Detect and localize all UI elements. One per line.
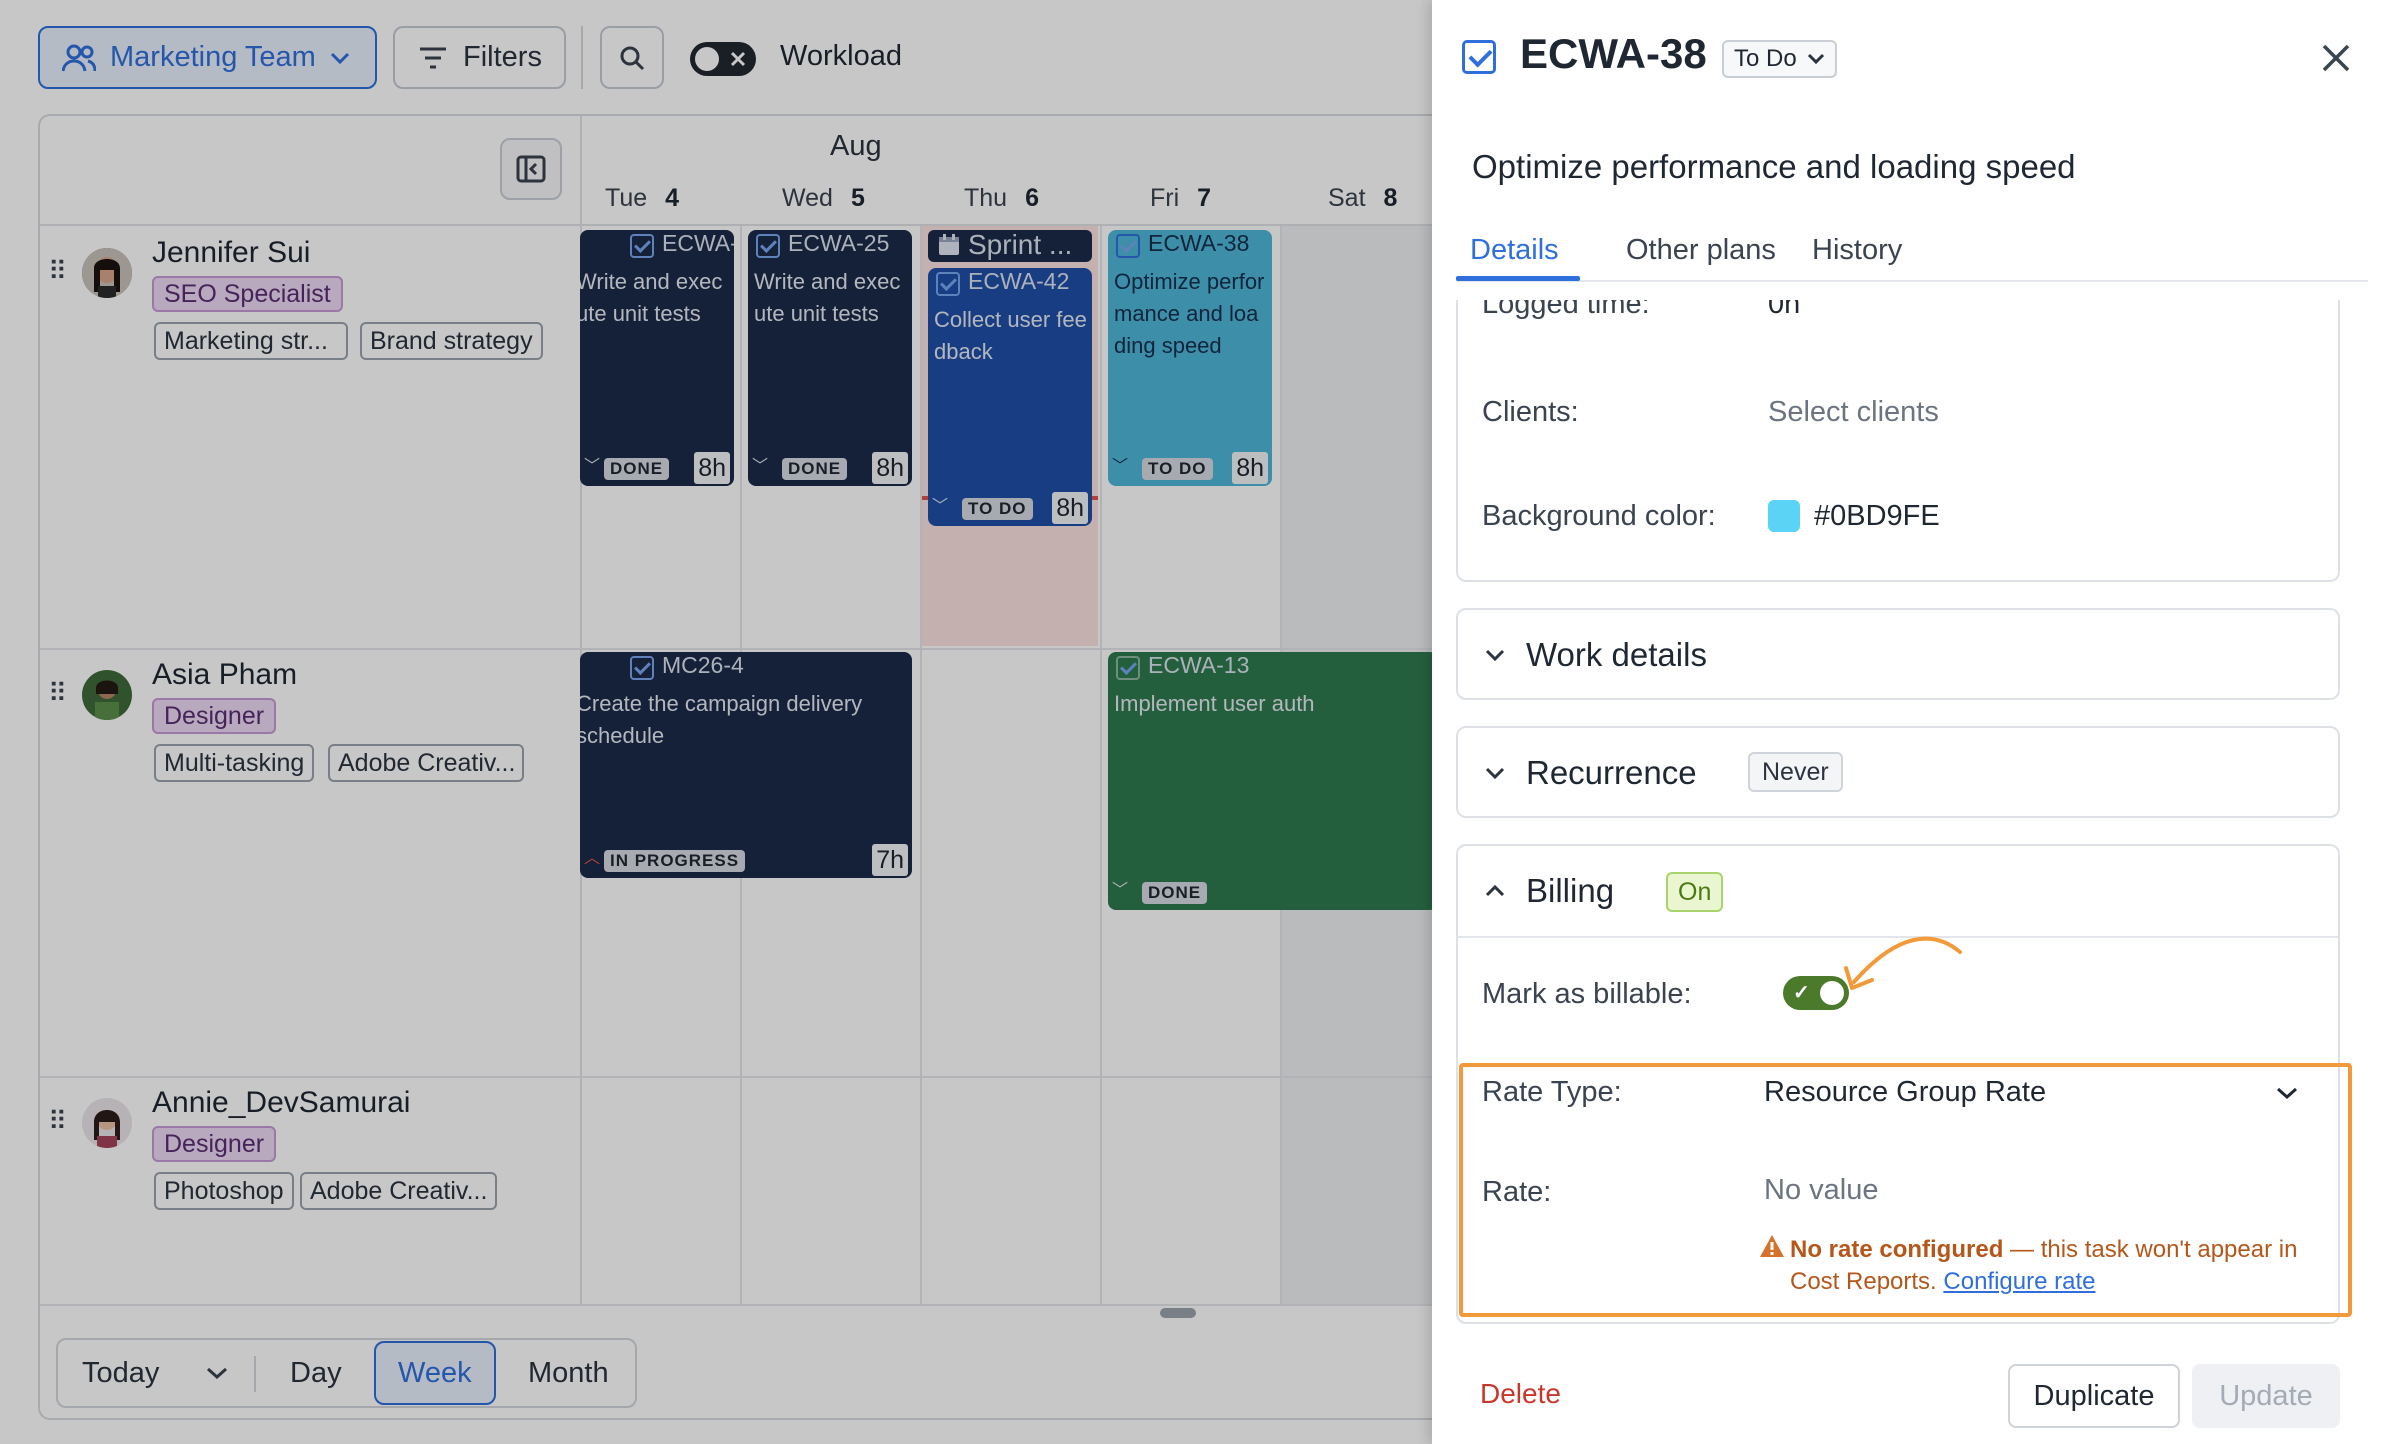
status-value: To Do: [1734, 45, 1797, 72]
recurrence-badge: Never: [1748, 752, 1843, 792]
recurrence-section[interactable]: Recurrence Never: [1456, 726, 2340, 818]
planner-view: Marketing Team Filters Workload Aug Tue 4…: [0, 0, 1432, 1444]
work-details-title: Work details: [1526, 636, 1707, 673]
work-details-section[interactable]: Work details: [1456, 608, 2340, 700]
billable-label: Mark as billable:: [1482, 978, 1692, 1010]
logged-time-value: 0h: [1768, 300, 1801, 320]
check-icon: ✓: [1793, 982, 1810, 1004]
delete-button[interactable]: Delete: [1480, 1378, 1561, 1410]
chevron-down-icon: [1485, 649, 1505, 662]
modal-overlay[interactable]: [0, 0, 1432, 1444]
chevron-down-icon: [1485, 767, 1505, 780]
color-swatch[interactable]: [1768, 500, 1800, 532]
chevron-up-icon[interactable]: [1484, 880, 1506, 902]
warning-icon: [1760, 1235, 1784, 1257]
clients-label: Clients:: [1482, 396, 1579, 428]
close-icon[interactable]: [2318, 40, 2354, 76]
general-section: Logged time: 0h Clients: Select clients …: [1456, 300, 2340, 582]
duplicate-button[interactable]: Duplicate: [2008, 1364, 2180, 1428]
recurrence-title: Recurrence: [1526, 754, 1697, 791]
task-key: ECWA-38: [1520, 30, 1707, 77]
task-checkbox-icon: [1462, 40, 1496, 74]
status-dropdown[interactable]: To Do: [1722, 40, 1837, 78]
active-tab-indicator: [1456, 276, 1580, 281]
tab-details[interactable]: Details: [1470, 234, 1559, 267]
update-button[interactable]: Update: [2192, 1364, 2340, 1428]
billing-state-badge: On: [1666, 872, 1724, 912]
billing-title: Billing: [1526, 872, 1615, 909]
task-title: Optimize performance and loading speed: [1472, 148, 2076, 185]
bg-color-value[interactable]: #0BD9FE: [1814, 500, 1940, 533]
chevron-down-icon: [1807, 53, 1824, 65]
warning-bold-text: No rate configured: [1790, 1236, 2004, 1263]
configure-rate-link[interactable]: Configure rate: [1943, 1268, 2095, 1295]
logged-time-label: Logged time:: [1482, 300, 1650, 320]
rate-warning-message: No rate configured — this task won't app…: [1790, 1234, 2330, 1298]
clients-select[interactable]: Select clients: [1768, 396, 1939, 429]
tab-history[interactable]: History: [1812, 234, 1902, 267]
detail-tabs: Details Other plans History: [1456, 230, 2368, 282]
bg-color-label: Background color:: [1482, 500, 1716, 532]
tab-other-plans[interactable]: Other plans: [1626, 234, 1776, 267]
arrow-annotation-icon: [1844, 936, 1962, 990]
